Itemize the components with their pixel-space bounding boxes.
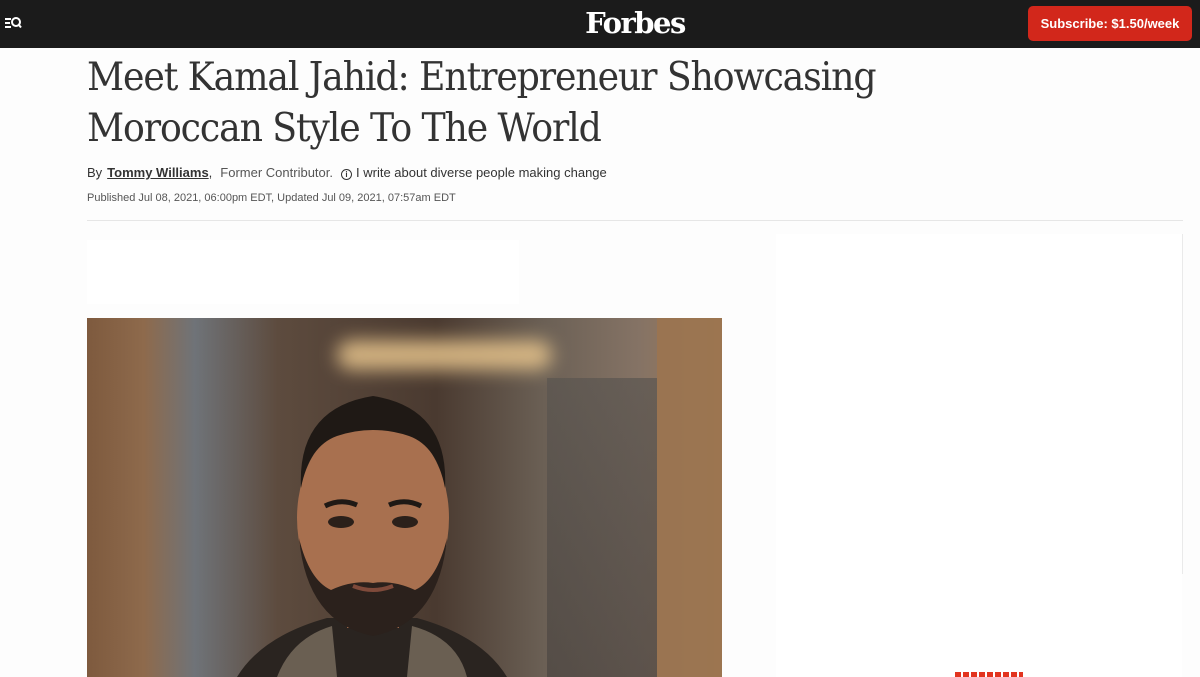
publish-date: Published Jul 08, 2021, 06:00pm EDT, Upd…	[87, 192, 456, 204]
forbes-logo[interactable]: Forbes	[560, 4, 710, 42]
menu-search-icon[interactable]	[4, 14, 22, 32]
byline: By Tommy Williams, Former Contributor. i I w…	[87, 165, 607, 180]
author-separator: ,	[208, 165, 213, 180]
info-icon[interactable]: i	[341, 169, 352, 180]
sidebar-lower-ad	[776, 574, 1182, 677]
article-headline: Meet Kamal Jahid: Entrepreneur Showcasin…	[87, 55, 877, 151]
portrait-figure	[237, 396, 507, 677]
byline-prefix: By	[87, 165, 103, 180]
top-navigation-bar: Forbes Subscribe: $1.50/week	[0, 0, 1200, 48]
portrait-photo	[87, 318, 722, 677]
sidebar-ad-slot	[776, 234, 1183, 574]
author-role: Former Contributor.	[220, 165, 333, 180]
subscribe-button[interactable]: Subscribe: $1.50/week	[1028, 6, 1192, 41]
author-tagline: I write about diverse people making chan…	[356, 165, 607, 180]
ad-peek-graphic	[955, 672, 1023, 677]
author-link[interactable]: Tommy Williams	[107, 165, 209, 180]
header-divider	[87, 220, 1183, 221]
top-ad-slot	[87, 240, 519, 304]
